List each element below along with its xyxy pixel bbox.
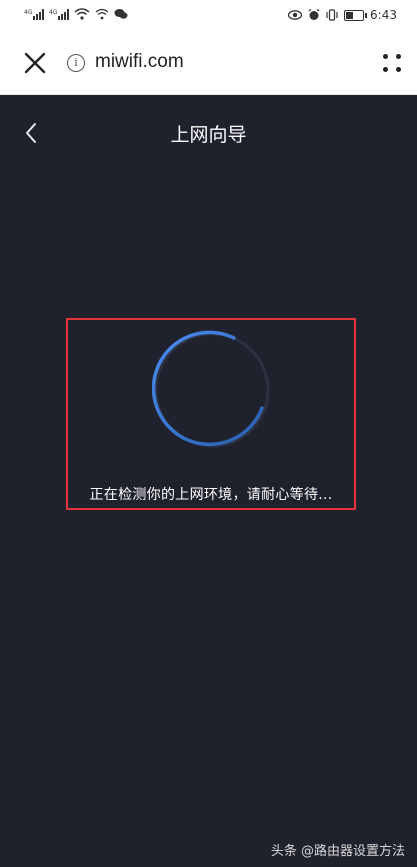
status-bar: 4G 4G 6:43 [0, 0, 417, 34]
info-icon[interactable]: i [67, 54, 85, 72]
highlight-box: 正在检测你的上网环境，请耐心等待... [66, 318, 356, 510]
app-header: 上网向导 [0, 95, 417, 175]
eye-icon [288, 10, 303, 20]
vibrate-icon [326, 9, 338, 21]
signal-icon: 4G [49, 9, 69, 20]
battery-level [346, 11, 354, 19]
page-title: 上网向导 [170, 124, 247, 146]
wifi-icon [74, 8, 90, 20]
more-menu-icon[interactable] [381, 52, 403, 74]
status-right-icons: 6:43 [288, 8, 397, 22]
wifi-icon [95, 8, 109, 20]
url-text[interactable]: miwifi.com [95, 51, 184, 73]
close-icon[interactable] [22, 50, 48, 76]
wechat-icon [114, 9, 128, 19]
browser-address-bar: i miwifi.com [0, 34, 417, 95]
svg-text:4G: 4G [24, 9, 33, 16]
signal-icon: 4G [24, 9, 44, 20]
loading-message: 正在检测你的上网环境，请耐心等待... [89, 487, 333, 503]
watermark-text: 头条 @路由器设置方法 [270, 844, 405, 859]
status-time: 6:43 [370, 8, 397, 22]
battery-icon [344, 9, 368, 21]
alarm-icon [308, 9, 320, 20]
status-left-icons: 4G 4G [24, 8, 128, 20]
svg-text:4G: 4G [49, 9, 58, 16]
loading-spinner-icon [152, 330, 270, 448]
